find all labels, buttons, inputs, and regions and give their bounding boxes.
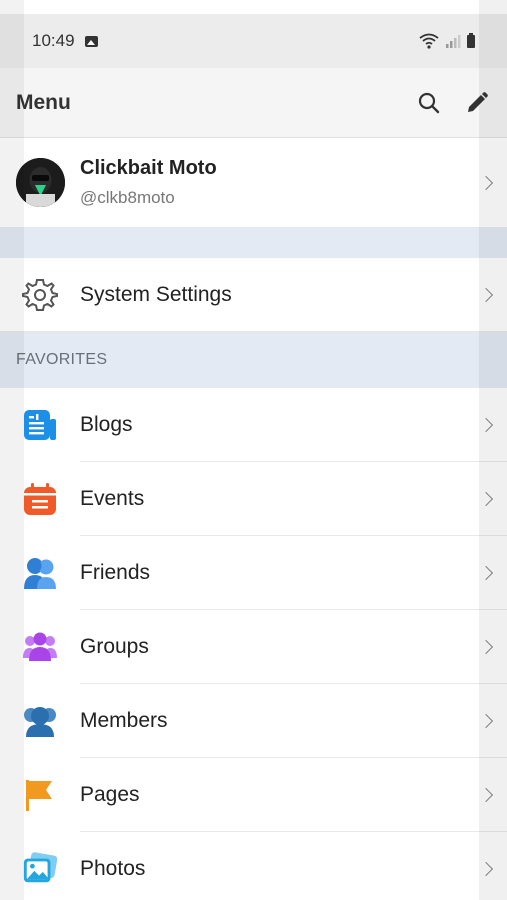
favorites-item-blogs[interactable]: Blogs — [0, 388, 507, 462]
members-icon — [22, 703, 58, 739]
status-time: 10:49 — [32, 31, 75, 50]
chevron-right-icon — [478, 861, 494, 877]
section-divider — [0, 227, 507, 258]
avatar — [16, 158, 65, 207]
friends-icon — [22, 555, 58, 591]
edit-pencil-icon — [468, 91, 488, 112]
favorites-list: Blogs Events Friends Groups Members Page… — [0, 388, 507, 900]
favorites-item-pages[interactable]: Pages — [0, 758, 507, 832]
favorites-item-label: Friends — [80, 561, 151, 584]
header-actions — [415, 89, 491, 117]
search-icon — [418, 92, 440, 113]
photos-icon — [22, 851, 58, 887]
chevron-right-icon — [478, 713, 494, 729]
blogs-icon — [22, 407, 58, 443]
chevron-right-icon — [478, 787, 494, 803]
chevron-right-icon — [478, 175, 494, 190]
favorites-item-photos[interactable]: Photos — [0, 832, 507, 900]
gear-icon — [22, 278, 58, 311]
image-icon — [84, 35, 98, 47]
flag-icon — [22, 777, 58, 813]
favorites-title: FAVORITES — [16, 351, 108, 368]
app-header: Menu — [0, 68, 507, 138]
profile-handle: @clkb8moto — [80, 188, 175, 207]
status-indicators — [419, 32, 475, 49]
favorites-item-label: Photos — [80, 857, 146, 880]
profile-row[interactable]: Clickbait Moto @clkb8moto — [0, 138, 507, 227]
profile-name: Clickbait Moto — [80, 157, 217, 179]
favorites-item-members[interactable]: Members — [0, 684, 507, 758]
status-bar: 10:49 — [0, 14, 507, 68]
page-title: Menu — [16, 90, 71, 114]
system-settings-label: System Settings — [80, 282, 232, 306]
signal-icon — [446, 35, 461, 48]
wifi-icon — [419, 33, 439, 49]
favorites-item-friends[interactable]: Friends — [0, 536, 507, 610]
favorites-item-label: Blogs — [80, 413, 133, 436]
favorites-item-label: Events — [80, 487, 145, 510]
favorites-section-header: FAVORITES — [0, 332, 507, 388]
chevron-right-icon — [478, 287, 494, 302]
chevron-right-icon — [478, 491, 494, 507]
favorites-item-groups[interactable]: Groups — [0, 610, 507, 684]
favorites-item-events[interactable]: Events — [0, 462, 507, 536]
battery-icon — [467, 32, 475, 48]
favorites-item-label: Pages — [80, 783, 140, 806]
chevron-right-icon — [478, 417, 494, 433]
top-frame — [0, 0, 507, 14]
favorites-item-label: Groups — [80, 635, 149, 658]
favorites-item-label: Members — [80, 709, 168, 732]
search-button[interactable] — [415, 89, 443, 117]
groups-icon — [22, 629, 58, 665]
compose-button[interactable] — [463, 89, 491, 117]
chevron-right-icon — [478, 639, 494, 655]
system-settings-row[interactable]: System Settings — [0, 258, 507, 332]
calendar-icon — [22, 481, 58, 517]
chevron-right-icon — [478, 565, 494, 581]
